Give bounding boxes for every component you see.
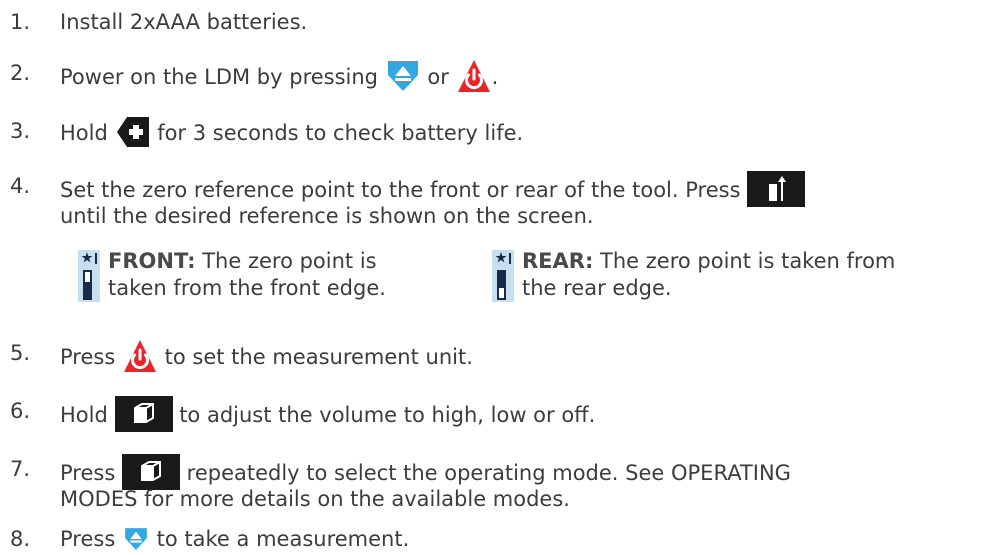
step-number: 1. [10, 10, 31, 34]
step-number: 2. [10, 61, 31, 85]
step-text: Press to set the measurement unit. [60, 340, 473, 376]
step-number: 8. [10, 527, 31, 551]
step-number: 3. [10, 119, 31, 143]
measure-triangle-icon [122, 526, 150, 552]
step-text: Hold to adjust the volume to high, low o… [60, 396, 595, 434]
step-text: Hold for 3 seconds to check battery life… [60, 116, 523, 150]
step-text-continued: until the desired reference is shown on … [60, 204, 594, 228]
step-text: Press to take a measurement. [60, 526, 410, 552]
rear-reference: REAR: The zero point is taken from the r… [492, 248, 895, 302]
measure-triangle-icon [385, 58, 421, 94]
step-number: 6. [10, 399, 31, 423]
mode-cube-icon [121, 454, 180, 490]
front-reference-icon [78, 250, 100, 302]
step-text: Install 2xAAA batteries. [60, 10, 308, 34]
power-icon [456, 58, 492, 94]
front-reference: FRONT: The zero point is taken from the … [78, 248, 386, 302]
step-number: 4. [10, 174, 31, 198]
step-number: 5. [10, 341, 31, 365]
step-number: 7. [10, 457, 31, 481]
step-text: Power on the LDM by pressing or . [60, 60, 498, 96]
mode-cube-icon [114, 396, 173, 432]
reference-toggle-icon [747, 171, 806, 207]
power-icon [122, 338, 158, 374]
plus-key-icon [115, 116, 151, 148]
rear-reference-icon [492, 250, 514, 302]
step-text-continued: MODES for more details on the available … [60, 487, 570, 511]
